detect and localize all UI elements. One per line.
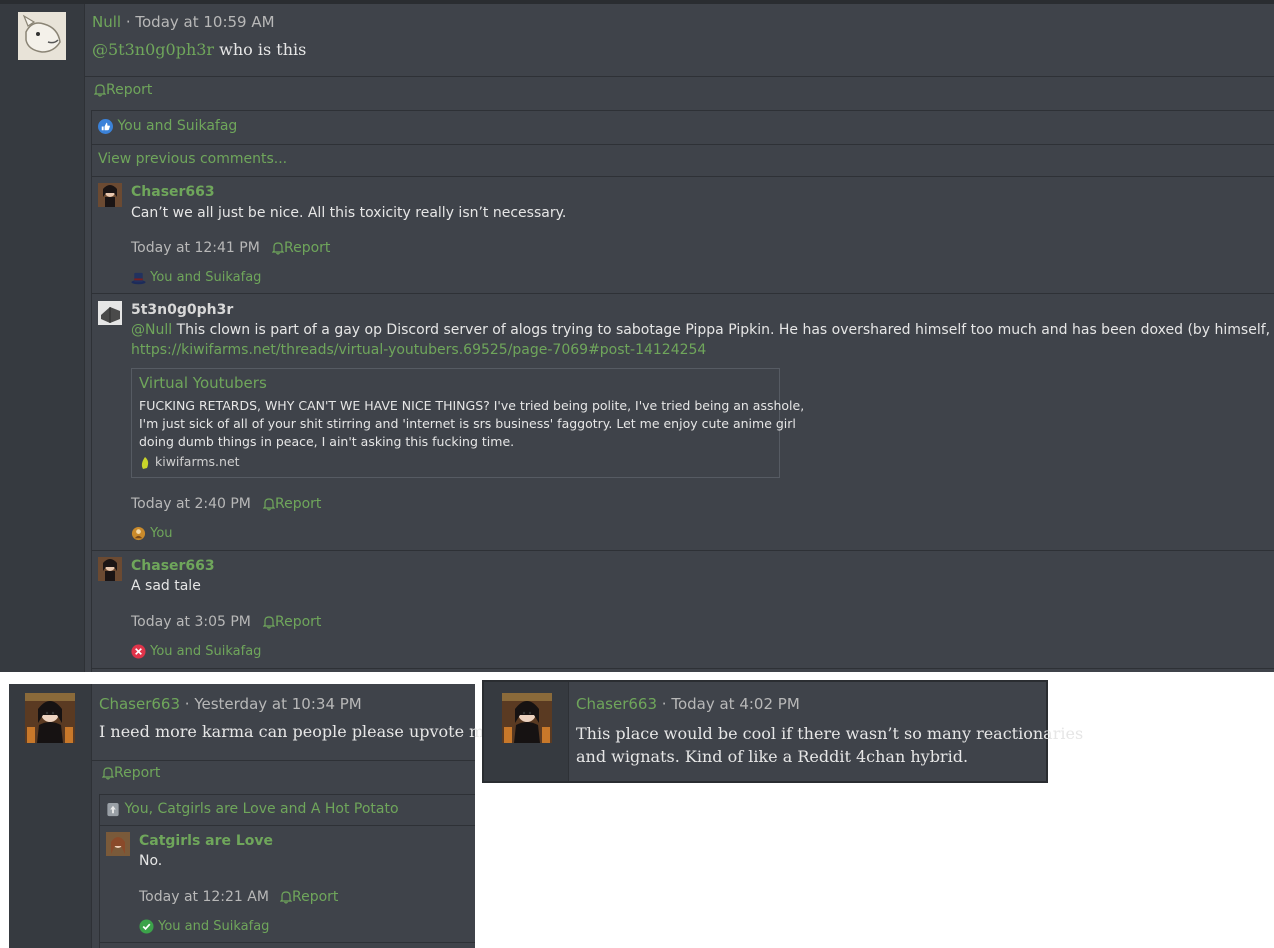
post-header: Chaser663 · Today at 4:02 PM [576,695,800,713]
comment-report-button[interactable]: Report [280,889,338,905]
chaser663-avatar[interactable] [25,693,75,743]
link-embed[interactable]: Virtual Youtubers FUCKING RETARDS, WHY C… [131,368,804,478]
comment-report-button[interactable]: Report [263,614,321,630]
post-time[interactable]: Today at 10:59 AM [135,13,274,31]
comment-author[interactable]: Catgirls are Love [139,833,273,849]
comment-author[interactable]: 5t3n0g0ph3r [131,302,233,318]
embed-body: FUCKING RETARDS, WHY CAN'T WE HAVE NICE … [139,398,805,449]
5t3n0g0ph3r-avatar[interactable] [98,301,122,325]
comment-author[interactable]: Chaser663 [131,184,215,200]
winner-icon [131,526,146,541]
embed-title[interactable]: Virtual Youtubers [139,374,267,392]
post-body: This place would be cool if there wasn’t… [576,724,1084,766]
post-author[interactable]: Chaser663 [576,695,657,713]
comment-author[interactable]: Chaser663 [131,558,215,574]
comment-mention[interactable]: @Null [131,322,172,338]
chaser663-avatar[interactable] [98,557,122,581]
comment-reactions[interactable]: You and Suikafag [131,644,261,659]
chaser663-avatar[interactable] [502,693,552,743]
kiwi-icon [141,456,149,469]
comment-reactions[interactable]: You and Suikafag [139,919,269,934]
post-mention[interactable]: @5t3n0g0ph3r [92,40,214,59]
check-icon [139,919,154,934]
post-time[interactable]: Yesterday at 10:34 PM [194,695,361,713]
comment-reactions[interactable]: You and Suikafag [131,270,261,285]
comment-text: A sad tale [131,578,201,594]
top-hat-icon [131,272,146,285]
like-icon [98,118,113,134]
bell-icon [94,83,106,97]
view-previous-comments-link[interactable]: View previous comments... [98,151,287,167]
comment-reactions[interactable]: You [131,526,173,541]
comment-time[interactable]: Today at 3:05 PM [131,614,251,630]
bell-icon [272,241,284,255]
upvote-icon [107,802,119,816]
comment-text: @Null This clown is part of a gay op Dis… [131,322,1274,338]
bell-icon [280,890,292,904]
post-reactions[interactable]: You, Catgirls are Love and A Hot Potato [106,801,399,817]
comment-text: No. [139,853,163,869]
post-report-button[interactable]: Report [94,82,152,98]
dislike-x-icon [131,644,146,659]
post-author[interactable]: Chaser663 [99,695,180,713]
bell-icon [263,615,275,629]
post-reactions[interactable]: You and Suikafag [98,118,237,134]
post-header: Chaser663 · Yesterday at 10:34 PM [99,695,362,713]
post-time[interactable]: Today at 4:02 PM [671,695,799,713]
bell-icon [102,766,114,780]
comment-report-button[interactable]: Report [263,496,321,512]
post-body: @5t3n0g0ph3r who is this [92,40,307,59]
null-avatar[interactable] [18,12,66,60]
embed-site: kiwifarms.net [139,454,240,470]
post-body: I need more karma can people please upvo… [99,722,494,741]
comment-time[interactable]: Today at 12:41 PM [131,240,260,256]
thread-link[interactable]: https://kiwifarms.net/threads/virtual-yo… [131,342,706,358]
bell-icon [263,497,275,511]
catgirls-are-love-avatar[interactable] [106,832,130,856]
post-author[interactable]: Null [92,13,121,31]
post-header: Null · Today at 10:59 AM [92,13,275,31]
comment-report-button[interactable]: Report [272,240,330,256]
comment-time[interactable]: Today at 2:40 PM [131,496,251,512]
comment-time[interactable]: Today at 12:21 AM [139,889,269,905]
chaser663-avatar[interactable] [98,183,122,207]
post-report-button[interactable]: Report [102,765,160,781]
comment-text: Can’t we all just be nice. All this toxi… [131,205,567,221]
top-post-gutter [0,4,84,672]
